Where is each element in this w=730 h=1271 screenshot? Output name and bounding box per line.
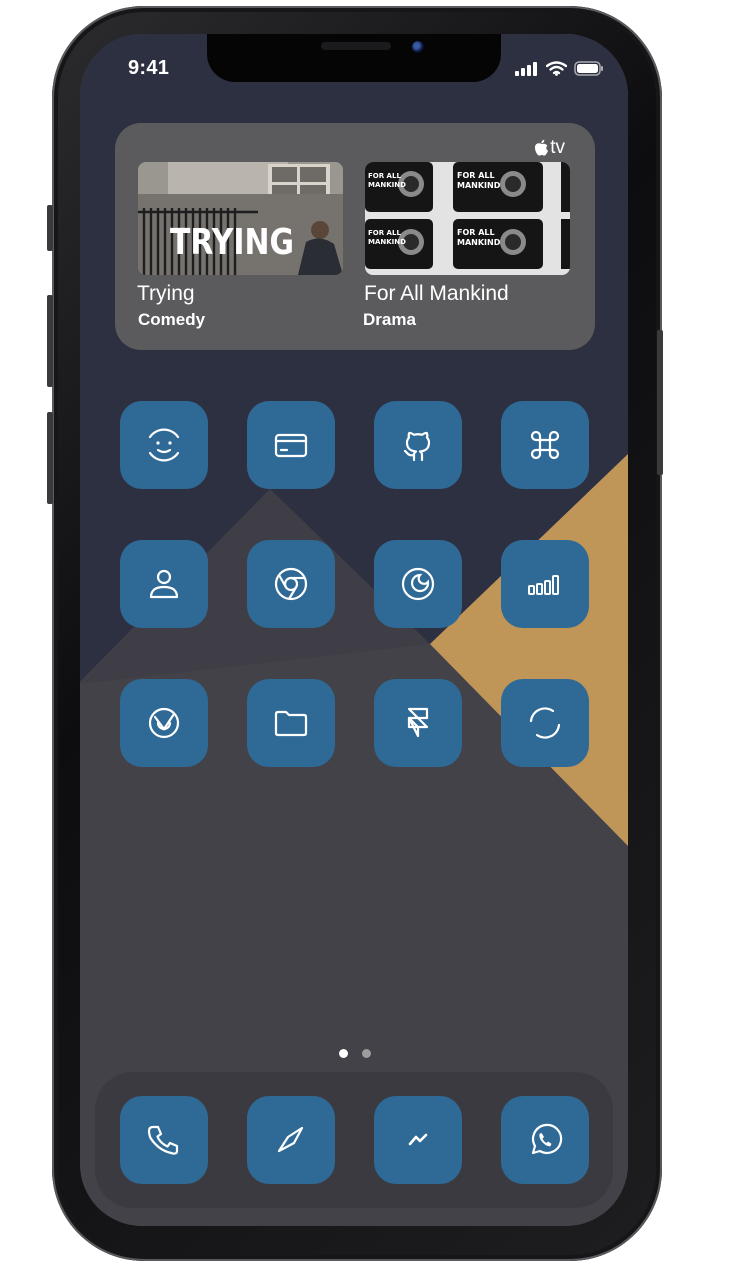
smiley-face-icon <box>148 428 180 462</box>
app-files[interactable] <box>247 679 335 767</box>
app-onion[interactable] <box>120 679 208 767</box>
page-indicator[interactable] <box>339 1049 371 1058</box>
chrome-icon <box>274 567 308 601</box>
front-camera <box>412 41 424 53</box>
svg-text:FOR ALL: FOR ALL <box>368 229 401 237</box>
volume-up-button <box>47 295 53 387</box>
bar-chart-icon <box>528 575 559 595</box>
status-icons <box>515 61 604 76</box>
earpiece-speaker <box>321 42 391 50</box>
show-genre-trying: Comedy <box>138 310 206 329</box>
tv-widget[interactable]: tv TRYING FOR ALL MANKIND FOR ALL MANKIN… <box>115 123 595 350</box>
page-dot-2[interactable] <box>362 1049 371 1058</box>
app-framer[interactable] <box>374 679 462 767</box>
tv-provider-label: tv <box>550 137 565 158</box>
svg-text:FOR ALL: FOR ALL <box>457 171 495 180</box>
messenger-icon <box>408 1133 428 1146</box>
apple-tv-logo: tv <box>534 137 565 159</box>
dock-app-whatsapp[interactable] <box>501 1096 589 1184</box>
mute-switch <box>47 205 53 251</box>
svg-text:MANKIND: MANKIND <box>457 238 501 247</box>
show-genre-for-all-mankind: Drama <box>363 310 416 329</box>
svg-text:FOR ALL: FOR ALL <box>368 172 401 180</box>
battery-icon <box>574 61 603 76</box>
framer-icon <box>407 707 429 738</box>
wifi-icon <box>546 61 567 76</box>
app-wallet[interactable] <box>247 401 335 489</box>
page-dot-1[interactable] <box>339 1049 348 1058</box>
onion-logo-icon <box>148 707 180 739</box>
home-screen: 9:41 tv TRYING FOR ALL MANKIND FOR ALL M… <box>80 34 628 1226</box>
notch <box>207 34 501 82</box>
app-loader[interactable] <box>501 679 589 767</box>
svg-text:FOR ALL: FOR ALL <box>457 228 495 237</box>
status-time: 9:41 <box>128 57 170 79</box>
app-stats[interactable] <box>501 540 589 628</box>
dock-app-messenger[interactable] <box>374 1096 462 1184</box>
apple-icon <box>535 139 549 156</box>
github-icon <box>403 431 431 462</box>
app-chrome[interactable] <box>247 540 335 628</box>
phone-icon <box>147 1125 179 1155</box>
command-key-icon <box>530 430 560 460</box>
dock <box>95 1072 613 1208</box>
for-all-mankind-poster-art: FOR ALL MANKIND FOR ALL MANKIND FOR ALL … <box>365 162 570 275</box>
svg-text:MANKIND: MANKIND <box>457 181 501 190</box>
app-crunchyroll[interactable] <box>374 540 462 628</box>
volume-down-button <box>47 412 53 504</box>
trying-poster-title: TRYING <box>170 222 294 263</box>
circle-loader-icon <box>529 707 561 739</box>
credit-card-icon <box>274 433 308 458</box>
compass-needle-icon <box>277 1126 304 1153</box>
app-command[interactable] <box>501 401 589 489</box>
side-button <box>657 330 663 475</box>
app-github[interactable] <box>374 401 462 489</box>
crunchyroll-icon <box>401 567 435 601</box>
svg-text:MANKIND: MANKIND <box>368 181 406 189</box>
svg-text:MANKIND: MANKIND <box>368 238 406 246</box>
dock-app-phone[interactable] <box>120 1096 208 1184</box>
whatsapp-icon <box>531 1123 563 1155</box>
show-title-for-all-mankind[interactable]: For All Mankind <box>364 282 509 306</box>
app-contacts[interactable] <box>120 540 208 628</box>
show-title-trying[interactable]: Trying <box>137 282 195 306</box>
folder-icon <box>274 710 308 737</box>
trying-poster-art: TRYING <box>138 162 343 275</box>
cellular-signal-icon <box>515 61 537 76</box>
app-smiley[interactable] <box>120 401 208 489</box>
show-poster-for-all-mankind[interactable]: FOR ALL MANKIND FOR ALL MANKIND FOR ALL … <box>365 162 570 275</box>
dock-app-safari[interactable] <box>247 1096 335 1184</box>
show-poster-trying[interactable]: TRYING <box>138 162 343 275</box>
contact-person-icon <box>149 569 179 599</box>
